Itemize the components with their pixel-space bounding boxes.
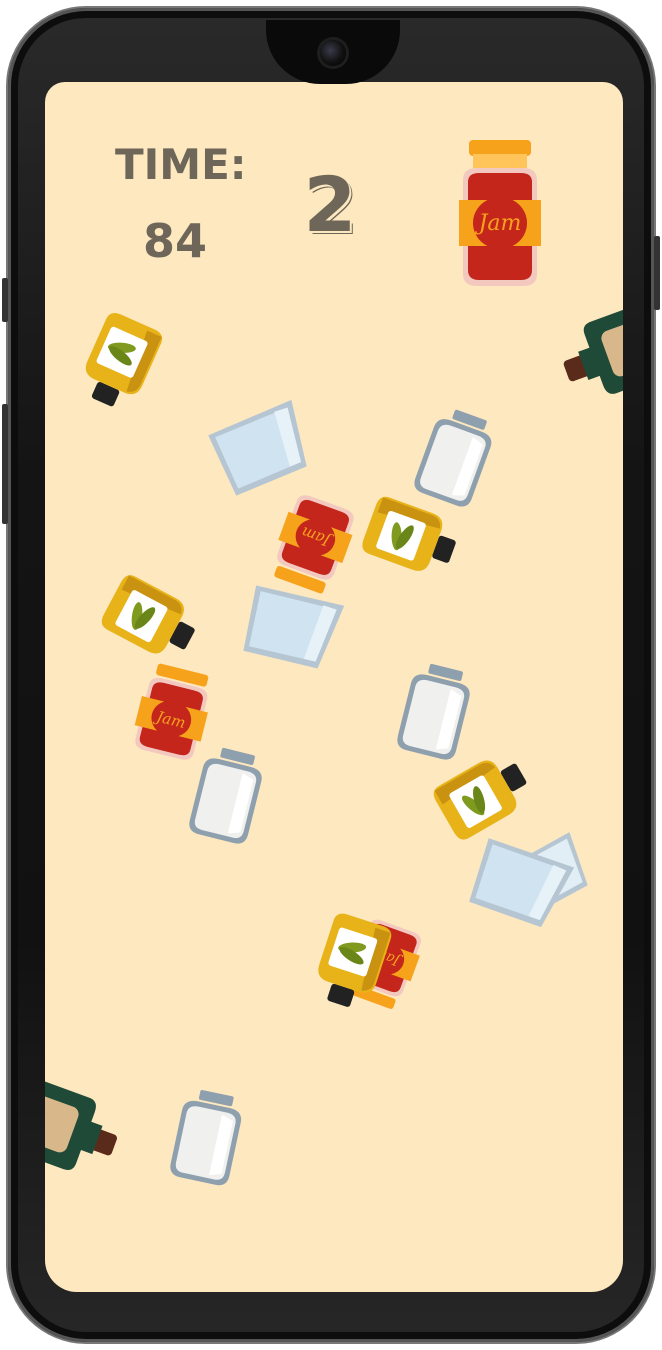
game-screen[interactable]: TIME: 84 2 Jam Jam Jam Jam [45,82,623,1292]
mustard-bottle[interactable] [95,565,212,675]
empty-jar[interactable] [404,402,506,513]
volume-up-button [2,278,8,322]
score-counter: 2 [303,160,357,249]
dark-liquor-bottle[interactable] [552,299,623,408]
target-jam-jar-icon: Jam [455,140,545,286]
target-label: Jam [475,211,522,236]
time-remaining: 84 [142,214,207,268]
jam-jar[interactable]: Jam [264,490,362,597]
water-glass[interactable] [206,399,314,498]
time-label: TIME: [115,140,247,189]
power-button [654,236,660,310]
dark-liquor-bottle[interactable] [45,1075,128,1184]
mustard-bottle[interactable] [66,307,173,422]
front-camera [320,40,346,66]
empty-jar[interactable] [387,658,483,764]
empty-jar[interactable] [160,1085,253,1189]
volume-down-button [2,404,8,524]
